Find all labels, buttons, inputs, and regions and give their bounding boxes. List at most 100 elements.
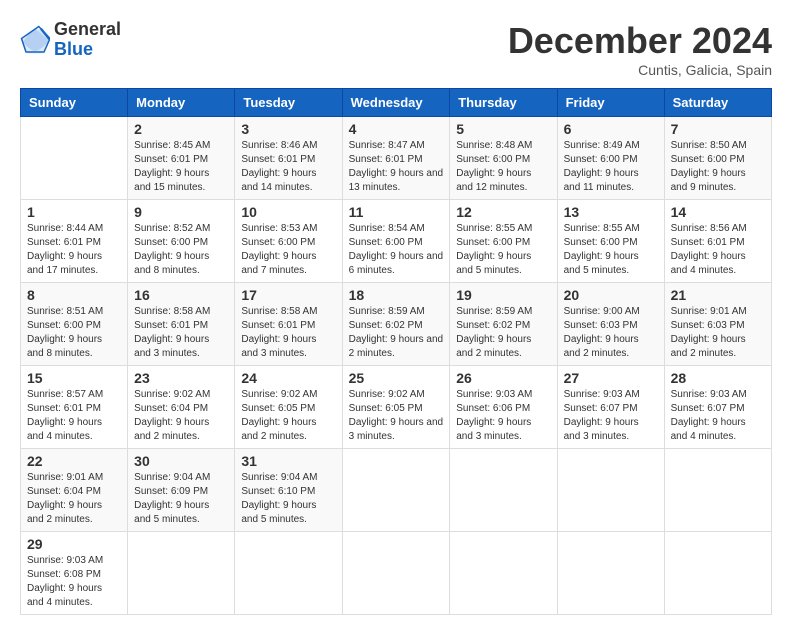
day-number: 9	[134, 204, 228, 220]
calendar-cell: 31 Sunrise: 9:04 AM Sunset: 6:10 PM Dayli…	[235, 449, 342, 532]
day-number: 13	[564, 204, 658, 220]
calendar-cell	[128, 532, 235, 615]
calendar-cell	[235, 532, 342, 615]
calendar-day-header: Tuesday	[235, 89, 342, 117]
day-info: Sunrise: 8:49 AM Sunset: 6:00 PM Dayligh…	[564, 139, 658, 195]
month-title: December 2024	[508, 20, 772, 62]
location: Cuntis, Galicia, Spain	[508, 62, 772, 78]
day-info: Sunrise: 9:03 AM Sunset: 6:07 PM Dayligh…	[564, 388, 658, 444]
day-number: 5	[456, 121, 550, 137]
calendar-week-row: 8 Sunrise: 8:51 AM Sunset: 6:00 PM Daylig…	[21, 283, 772, 366]
calendar-cell: 8 Sunrise: 8:51 AM Sunset: 6:00 PM Daylig…	[21, 283, 128, 366]
calendar-cell: 29 Sunrise: 9:03 AM Sunset: 6:08 PM Dayli…	[21, 532, 128, 615]
day-number: 28	[671, 370, 765, 386]
calendar-cell: 4 Sunrise: 8:47 AM Sunset: 6:01 PM Daylig…	[342, 117, 450, 200]
day-info: Sunrise: 8:54 AM Sunset: 6:00 PM Dayligh…	[349, 222, 444, 278]
calendar-cell: 5 Sunrise: 8:48 AM Sunset: 6:00 PM Daylig…	[450, 117, 557, 200]
day-number: 10	[241, 204, 335, 220]
title-block: December 2024 Cuntis, Galicia, Spain	[508, 20, 772, 78]
calendar-week-row: 2Sunrise: 8:45 AM Sunset: 6:01 PM Daylig…	[21, 117, 772, 200]
logo-blue-text: Blue	[54, 39, 93, 59]
logo-general-text: General	[54, 19, 121, 39]
day-info: Sunrise: 8:56 AM Sunset: 6:01 PM Dayligh…	[671, 222, 765, 278]
calendar-cell: 28 Sunrise: 9:03 AM Sunset: 6:07 PM Dayli…	[664, 366, 771, 449]
calendar-cell: 15 Sunrise: 8:57 AM Sunset: 6:01 PM Dayli…	[21, 366, 128, 449]
calendar-cell: 25 Sunrise: 9:02 AM Sunset: 6:05 PM Dayli…	[342, 366, 450, 449]
calendar-cell	[450, 449, 557, 532]
calendar-day-header: Thursday	[450, 89, 557, 117]
day-number: 31	[241, 453, 335, 469]
calendar-table: SundayMondayTuesdayWednesdayThursdayFrid…	[20, 88, 772, 615]
day-number: 25	[349, 370, 444, 386]
calendar-cell: 11 Sunrise: 8:54 AM Sunset: 6:00 PM Dayli…	[342, 200, 450, 283]
calendar-week-row: 15 Sunrise: 8:57 AM Sunset: 6:01 PM Dayli…	[21, 366, 772, 449]
day-number: 30	[134, 453, 228, 469]
day-number: 7	[671, 121, 765, 137]
calendar-cell: 27 Sunrise: 9:03 AM Sunset: 6:07 PM Dayli…	[557, 366, 664, 449]
day-number: 24	[241, 370, 335, 386]
calendar-cell: 10 Sunrise: 8:53 AM Sunset: 6:00 PM Dayli…	[235, 200, 342, 283]
calendar-cell: 1Sunrise: 8:44 AM Sunset: 6:01 PM Daylig…	[21, 200, 128, 283]
day-info: Sunrise: 8:59 AM Sunset: 6:02 PM Dayligh…	[349, 305, 444, 361]
calendar-cell: 22 Sunrise: 9:01 AM Sunset: 6:04 PM Dayli…	[21, 449, 128, 532]
calendar-cell: 9Sunrise: 8:52 AM Sunset: 6:00 PM Daylig…	[128, 200, 235, 283]
day-info: Sunrise: 8:47 AM Sunset: 6:01 PM Dayligh…	[349, 139, 444, 195]
day-number: 6	[564, 121, 658, 137]
day-info: Sunrise: 9:03 AM Sunset: 6:07 PM Dayligh…	[671, 388, 765, 444]
calendar-day-header: Wednesday	[342, 89, 450, 117]
day-number: 16	[134, 287, 228, 303]
day-number: 3	[241, 121, 335, 137]
calendar-cell: 19Sunrise: 8:59 AM Sunset: 6:02 PM Dayli…	[450, 283, 557, 366]
day-number: 11	[349, 204, 444, 220]
day-info: Sunrise: 9:01 AM Sunset: 6:03 PM Dayligh…	[671, 305, 765, 361]
calendar-day-header: Friday	[557, 89, 664, 117]
day-info: Sunrise: 8:45 AM Sunset: 6:01 PM Dayligh…	[134, 139, 228, 195]
calendar-cell: 13Sunrise: 8:55 AM Sunset: 6:00 PM Dayli…	[557, 200, 664, 283]
calendar-week-row: 22 Sunrise: 9:01 AM Sunset: 6:04 PM Dayli…	[21, 449, 772, 532]
day-info: Sunrise: 9:02 AM Sunset: 6:05 PM Dayligh…	[241, 388, 335, 444]
day-info: Sunrise: 9:04 AM Sunset: 6:10 PM Dayligh…	[241, 471, 335, 527]
calendar-cell: 24 Sunrise: 9:02 AM Sunset: 6:05 PM Dayli…	[235, 366, 342, 449]
day-info: Sunrise: 8:58 AM Sunset: 6:01 PM Dayligh…	[134, 305, 228, 361]
day-info: Sunrise: 8:48 AM Sunset: 6:00 PM Dayligh…	[456, 139, 550, 195]
day-number: 15	[27, 370, 121, 386]
day-info: Sunrise: 8:51 AM Sunset: 6:00 PM Dayligh…	[27, 305, 121, 361]
calendar-cell: 2Sunrise: 8:45 AM Sunset: 6:01 PM Daylig…	[128, 117, 235, 200]
calendar-cell: 14 Sunrise: 8:56 AM Sunset: 6:01 PM Dayli…	[664, 200, 771, 283]
day-number: 26	[456, 370, 550, 386]
calendar-cell: 26 Sunrise: 9:03 AM Sunset: 6:06 PM Dayli…	[450, 366, 557, 449]
day-info: Sunrise: 9:03 AM Sunset: 6:06 PM Dayligh…	[456, 388, 550, 444]
calendar-cell	[342, 449, 450, 532]
day-info: Sunrise: 9:02 AM Sunset: 6:05 PM Dayligh…	[349, 388, 444, 444]
day-number: 27	[564, 370, 658, 386]
day-info: Sunrise: 9:03 AM Sunset: 6:08 PM Dayligh…	[27, 554, 121, 610]
calendar-cell: 12 Sunrise: 8:55 AM Sunset: 6:00 PM Dayli…	[450, 200, 557, 283]
day-number: 22	[27, 453, 121, 469]
day-number: 23	[134, 370, 228, 386]
day-info: Sunrise: 9:04 AM Sunset: 6:09 PM Dayligh…	[134, 471, 228, 527]
calendar-cell	[557, 532, 664, 615]
day-number: 17	[241, 287, 335, 303]
calendar-cell	[450, 532, 557, 615]
day-info: Sunrise: 9:00 AM Sunset: 6:03 PM Dayligh…	[564, 305, 658, 361]
day-info: Sunrise: 8:57 AM Sunset: 6:01 PM Dayligh…	[27, 388, 121, 444]
day-info: Sunrise: 8:50 AM Sunset: 6:00 PM Dayligh…	[671, 139, 765, 195]
day-number: 4	[349, 121, 444, 137]
calendar-cell: 3Sunrise: 8:46 AM Sunset: 6:01 PM Daylig…	[235, 117, 342, 200]
calendar-cell: 23Sunrise: 9:02 AM Sunset: 6:04 PM Dayli…	[128, 366, 235, 449]
calendar-cell	[557, 449, 664, 532]
day-info: Sunrise: 8:59 AM Sunset: 6:02 PM Dayligh…	[456, 305, 550, 361]
day-info: Sunrise: 8:55 AM Sunset: 6:00 PM Dayligh…	[456, 222, 550, 278]
calendar-cell: 20 Sunrise: 9:00 AM Sunset: 6:03 PM Dayli…	[557, 283, 664, 366]
calendar-cell	[21, 117, 128, 200]
day-number: 29	[27, 536, 121, 552]
day-number: 1	[27, 204, 121, 220]
day-number: 8	[27, 287, 121, 303]
calendar-cell: 21Sunrise: 9:01 AM Sunset: 6:03 PM Dayli…	[664, 283, 771, 366]
day-info: Sunrise: 9:01 AM Sunset: 6:04 PM Dayligh…	[27, 471, 121, 527]
day-number: 20	[564, 287, 658, 303]
day-info: Sunrise: 8:53 AM Sunset: 6:00 PM Dayligh…	[241, 222, 335, 278]
day-number: 14	[671, 204, 765, 220]
day-number: 12	[456, 204, 550, 220]
calendar-cell: 16 Sunrise: 8:58 AM Sunset: 6:01 PM Dayli…	[128, 283, 235, 366]
